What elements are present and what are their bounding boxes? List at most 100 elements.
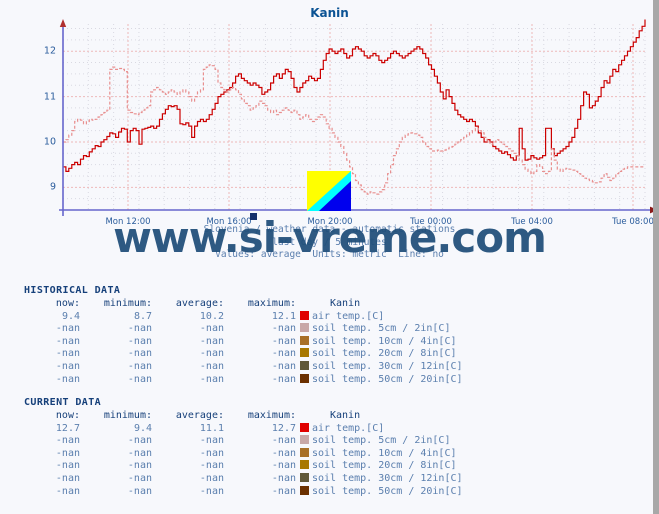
cell-series-label: soil temp. 30cm / 12in[C] [312,360,463,372]
cell-maximum: -nan [271,360,296,372]
cell-average: -nan [199,335,224,347]
legend-color-swatch [299,335,309,345]
y-axis-tick-label: 9 [49,181,56,193]
cell-maximum: -nan [271,323,296,335]
subtitle-line-1: Slovenia / weather data - automatic stat… [203,224,456,235]
cell-series-label: soil temp. 50cm / 20in[C] [312,373,463,385]
current-data-table: now: minimum: average: maximum: Kanin 12.7 9.4… [24,410,463,498]
cell-maximum: 12.1 [271,310,296,322]
cell-minimum: -nan [127,435,152,447]
y-axis-tick-label: 10 [43,136,56,148]
cell-minimum: 9.4 [133,422,152,434]
table-row: -nan -nan -nan -nan soil temp. 20cm / 8in[C] [24,348,463,361]
cell-average: -nan [199,360,224,372]
legend-swatch-cell [296,310,312,324]
cell-average: -nan [199,373,224,385]
legend-color-swatch [299,348,309,358]
header-0: now: [55,410,80,421]
table-row: -nan -nan -nan -nan soil temp. 50cm / 20in[C… [24,373,463,387]
table-row: -nan -nan -nan -nan soil temp. 50cm / 20in[C… [24,485,463,499]
header-1: minimum: [103,410,152,421]
legend-color-swatch [299,485,309,495]
cell-maximum: -nan [271,472,296,484]
legend-swatch-cell [296,472,312,486]
cell-minimum: -nan [127,360,152,372]
cell-series-label: air temp.[C] [312,422,385,434]
subtitle-line-3: Values: average Units: metric Line: no [215,249,444,260]
header-swatch [296,298,312,311]
header-station: Kanin [330,410,361,421]
header-2: average: [175,298,224,309]
cell-average: -nan [199,472,224,484]
cell-now: 9.4 [61,310,80,322]
cell-now: -nan [55,435,80,447]
legend-color-swatch [299,373,309,383]
cell-minimum: 8.7 [133,310,152,322]
header-station: Kanin [330,298,361,309]
header-swatch [296,410,312,423]
cell-now: -nan [55,485,80,497]
historical-data-section: HISTORICAL DATA now: minimum: average: maxi… [24,285,463,386]
cell-average: -nan [199,323,224,335]
legend-color-swatch [299,422,309,432]
cell-now: -nan [55,335,80,347]
header-1: minimum: [103,298,152,309]
cell-series-label: soil temp. 20cm / 8in[C] [312,348,457,360]
cell-average: -nan [199,447,224,459]
table-row: -nan -nan -nan -nan soil temp. 5cm / 2in[C] [24,323,463,336]
cell-minimum: -nan [127,472,152,484]
cell-average: -nan [199,348,224,360]
cell-minimum: -nan [127,460,152,472]
cell-average: 11.1 [199,422,224,434]
header-3: maximum: [247,298,296,309]
historical-section-title: HISTORICAL DATA [24,285,121,296]
cell-maximum: -nan [271,348,296,360]
cell-now: 12.7 [55,422,80,434]
legend-color-swatch [299,323,309,333]
subtitle-line-2: last day / 5 minutes [272,236,387,248]
table-header-row: now: minimum: average: maximum: Kanin [24,410,463,423]
y-axis-tick-label: 12 [43,45,56,57]
cell-series-label: soil temp. 5cm / 2in[C] [312,323,451,335]
chart-subtitle: Slovenia / weather data - automatic stat… [0,224,653,262]
table-row: -nan -nan -nan -nan soil temp. 10cm / 4in[C] [24,447,463,461]
legend-swatch-cell [296,447,312,461]
si-vreme-logo-icon [307,171,351,211]
cell-maximum: -nan [271,373,296,385]
current-data-section: CURRENT DATA now: minimum: average: maximum… [24,397,463,498]
table-header-row: now: minimum: average: maximum: Kanin [24,298,463,311]
header-0: now: [55,298,80,309]
cell-now: -nan [55,472,80,484]
y-axis-tick-label: 11 [43,91,56,103]
cell-average: 10.2 [199,310,224,322]
legend-color-swatch [299,360,309,370]
cell-series-label: soil temp. 30cm / 12in[C] [312,472,463,484]
cell-average: -nan [199,460,224,472]
cell-now: -nan [55,460,80,472]
legend-color-swatch [299,460,309,470]
cell-series-label: soil temp. 20cm / 8in[C] [312,460,457,472]
legend-swatch-cell [296,435,312,448]
cell-minimum: -nan [127,373,152,385]
cell-average: -nan [199,485,224,497]
cell-series-label: soil temp. 10cm / 4in[C] [312,335,457,347]
cell-average: -nan [199,435,224,447]
table-row: 9.4 8.7 10.2 12.1 air temp.[C] [24,310,463,324]
legend-swatch-cell [296,460,312,473]
legend-color-swatch [299,435,309,445]
legend-swatch-cell [296,360,312,374]
table-row: -nan -nan -nan -nan soil temp. 30cm / 12in[C… [24,472,463,486]
legend-swatch-cell [296,422,312,436]
cell-minimum: -nan [127,348,152,360]
legend-swatch-cell [296,373,312,387]
header-2: average: [175,410,224,421]
cell-now: -nan [55,360,80,372]
page-root: www.si-vreme.com Kanin Mon 12:00Mon 16:0… [0,0,659,514]
cell-maximum: -nan [271,335,296,347]
cell-minimum: -nan [127,447,152,459]
cell-now: -nan [55,348,80,360]
cell-maximum: 12.7 [271,422,296,434]
cell-series-label: soil temp. 50cm / 20in[C] [312,485,463,497]
cell-maximum: -nan [271,435,296,447]
cell-maximum: -nan [271,447,296,459]
